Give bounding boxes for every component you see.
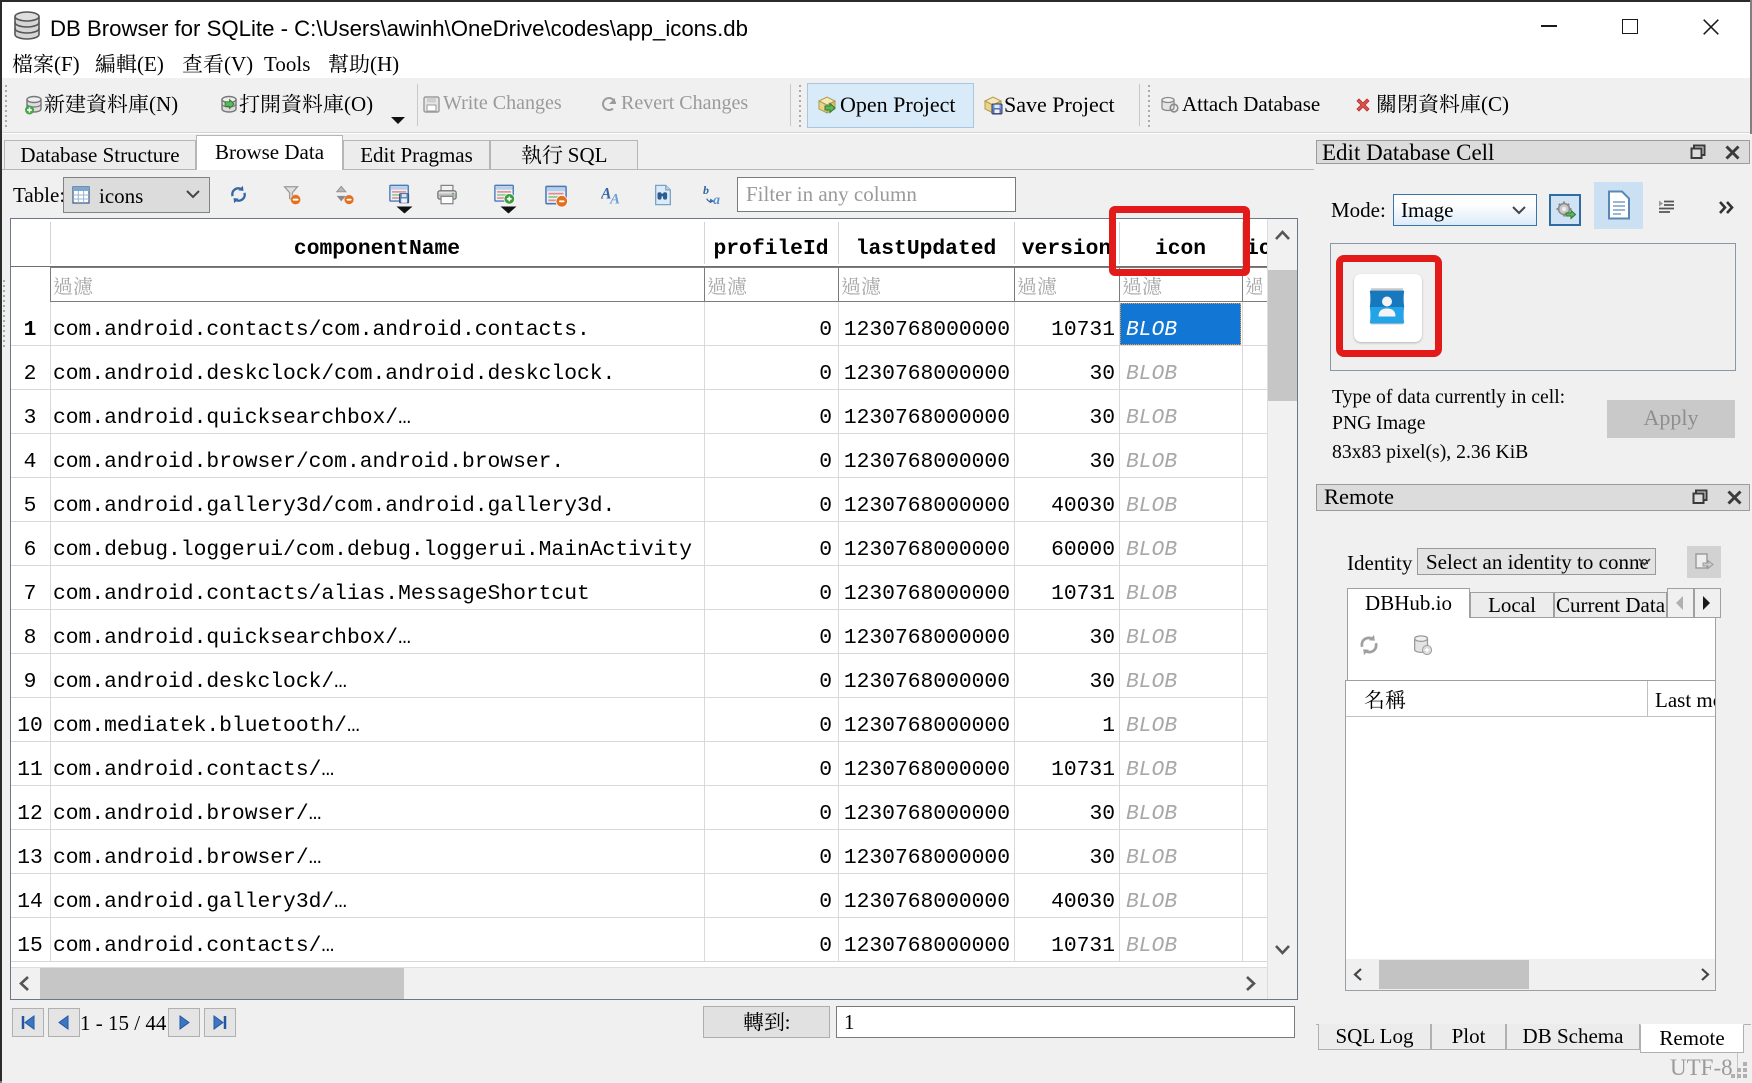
svg-text:a: a [713, 192, 720, 206]
svg-text:A: A [609, 191, 620, 206]
svg-text:b: b [703, 184, 709, 197]
